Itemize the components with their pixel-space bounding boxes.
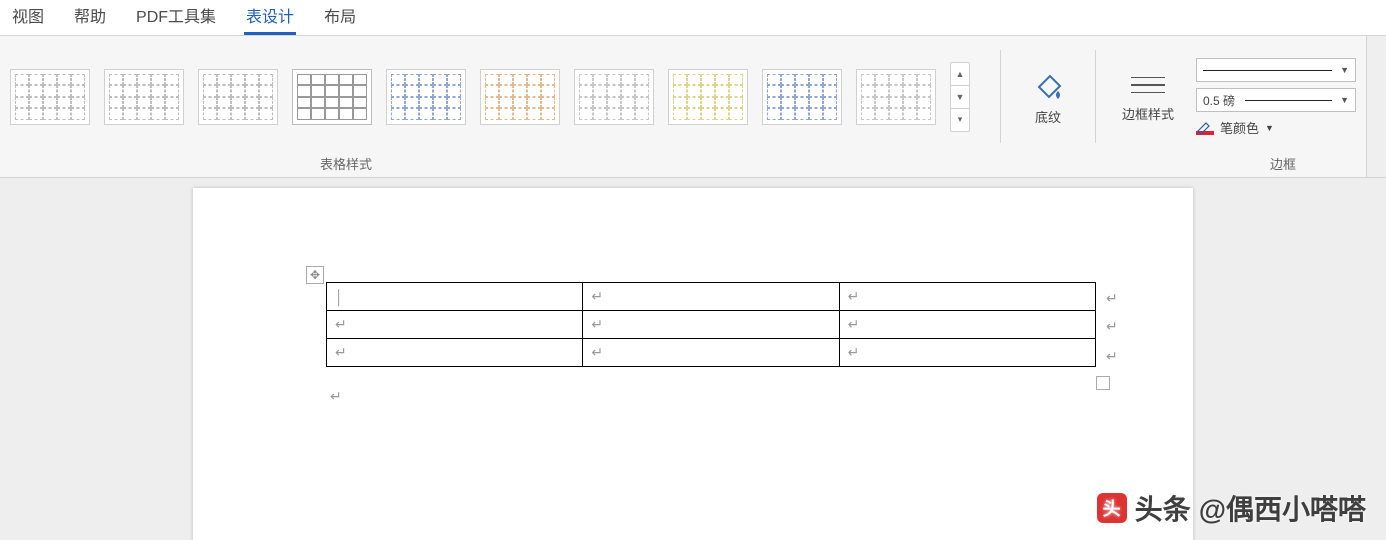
pen-color-label: 笔颜色 [1220, 118, 1259, 137]
table-cell[interactable]: ↵ [327, 339, 583, 367]
table-style-option[interactable] [104, 69, 184, 125]
table-style-option[interactable] [574, 69, 654, 125]
table-style-option[interactable] [386, 69, 466, 125]
gallery-scroll: ▲ ▼ ▾ [950, 62, 970, 132]
border-style-icon [1125, 70, 1171, 100]
table-style-gallery: ▲ ▼ ▾ [10, 62, 981, 132]
paragraph-mark: ↵ [591, 344, 603, 360]
gallery-scroll-up[interactable]: ▲ [951, 63, 969, 85]
table-move-handle[interactable]: ✥ [306, 266, 324, 284]
line-weight-value: 0.5 磅 [1203, 92, 1235, 109]
table-cell[interactable]: ↵ [583, 311, 839, 339]
paragraph-mark: ↵ [335, 344, 347, 360]
border-style-label: 边框样式 [1122, 104, 1174, 123]
move-icon: ✥ [310, 268, 320, 282]
table-cell[interactable]: ↵ [327, 311, 583, 339]
paragraph-mark: ↵ [330, 388, 342, 405]
pen-color-button[interactable]: 笔颜色 ▼ [1196, 118, 1356, 137]
gallery-expand[interactable]: ▾ [951, 108, 969, 131]
table-cell[interactable]: ↵ [839, 311, 1095, 339]
chevron-down-icon: ▼ [1340, 95, 1349, 105]
table-row[interactable]: │ ↵ ↵ [327, 283, 1096, 311]
gallery-scroll-down[interactable]: ▼ [951, 85, 969, 108]
line-style-preview [1203, 70, 1332, 71]
paragraph-mark: ↵ [848, 288, 860, 304]
table-cell[interactable]: ↵ [839, 283, 1095, 311]
paragraph-mark: ↵ [591, 288, 603, 304]
tab-pdf-tools[interactable]: PDF工具集 [134, 0, 218, 35]
tab-help[interactable]: 帮助 [72, 0, 108, 35]
shading-label: 底纹 [1035, 107, 1061, 126]
table-cell[interactable]: │ [327, 283, 583, 311]
paragraph-mark: ↵ [1106, 318, 1118, 335]
paragraph-mark: ↵ [591, 316, 603, 332]
chevron-down-icon: ▼ [1265, 123, 1274, 133]
pen-color-icon [1196, 121, 1214, 135]
tab-layout[interactable]: 布局 [322, 0, 358, 35]
paragraph-mark: ↵ [1106, 348, 1118, 365]
ribbon-tabs: 视图 帮助 PDF工具集 表设计 布局 [0, 0, 1386, 36]
tab-table-design[interactable]: 表设计 [244, 0, 296, 35]
text-cursor: │ [335, 289, 344, 305]
paint-bucket-icon [1030, 67, 1066, 103]
table-cell[interactable]: ↵ [583, 283, 839, 311]
table-style-option[interactable] [762, 69, 842, 125]
ribbon-separator [1095, 50, 1096, 143]
table-style-option[interactable] [10, 69, 90, 125]
paragraph-mark: ↵ [1106, 290, 1118, 307]
shading-button[interactable]: 底纹 [1020, 67, 1076, 126]
table-row[interactable]: ↵ ↵ ↵ [327, 311, 1096, 339]
table-style-option[interactable] [198, 69, 278, 125]
tab-view[interactable]: 视图 [10, 0, 46, 35]
paragraph-mark: ↵ [848, 316, 860, 332]
table-style-option[interactable] [856, 69, 936, 125]
table-style-option[interactable] [292, 69, 372, 125]
table-row[interactable]: ↵ ↵ ↵ [327, 339, 1096, 367]
table-resize-handle[interactable] [1096, 376, 1110, 390]
paragraph-mark: ↵ [848, 344, 860, 360]
ribbon-collapse-strip[interactable] [1366, 36, 1386, 177]
chevron-down-icon: ▼ [1340, 65, 1349, 75]
ribbon-separator [1000, 50, 1001, 143]
group-label-border: 边框 [1270, 154, 1296, 173]
table-cell[interactable]: ↵ [839, 339, 1095, 367]
paragraph-mark: ↵ [335, 316, 347, 332]
document-area: ✥ │ ↵ ↵ ↵ ↵ ↵ ↵ ↵ ↵ ↵ ↵ ↵ ↵ [0, 178, 1386, 540]
line-weight-combo[interactable]: 0.5 磅 ▼ [1196, 88, 1356, 112]
table-style-option[interactable] [480, 69, 560, 125]
border-options-group: ▼ 0.5 磅 ▼ 笔颜色 ▼ [1196, 56, 1356, 137]
ribbon: ▲ ▼ ▾ 底纹 边框样式 [0, 36, 1386, 178]
line-style-combo[interactable]: ▼ [1196, 58, 1356, 82]
group-label-styles: 表格样式 [320, 154, 372, 173]
line-weight-preview [1245, 100, 1332, 101]
border-style-button[interactable]: 边框样式 [1115, 70, 1181, 123]
table-cell[interactable]: ↵ [583, 339, 839, 367]
document-table[interactable]: │ ↵ ↵ ↵ ↵ ↵ ↵ ↵ ↵ [326, 282, 1096, 367]
table-style-option[interactable] [668, 69, 748, 125]
